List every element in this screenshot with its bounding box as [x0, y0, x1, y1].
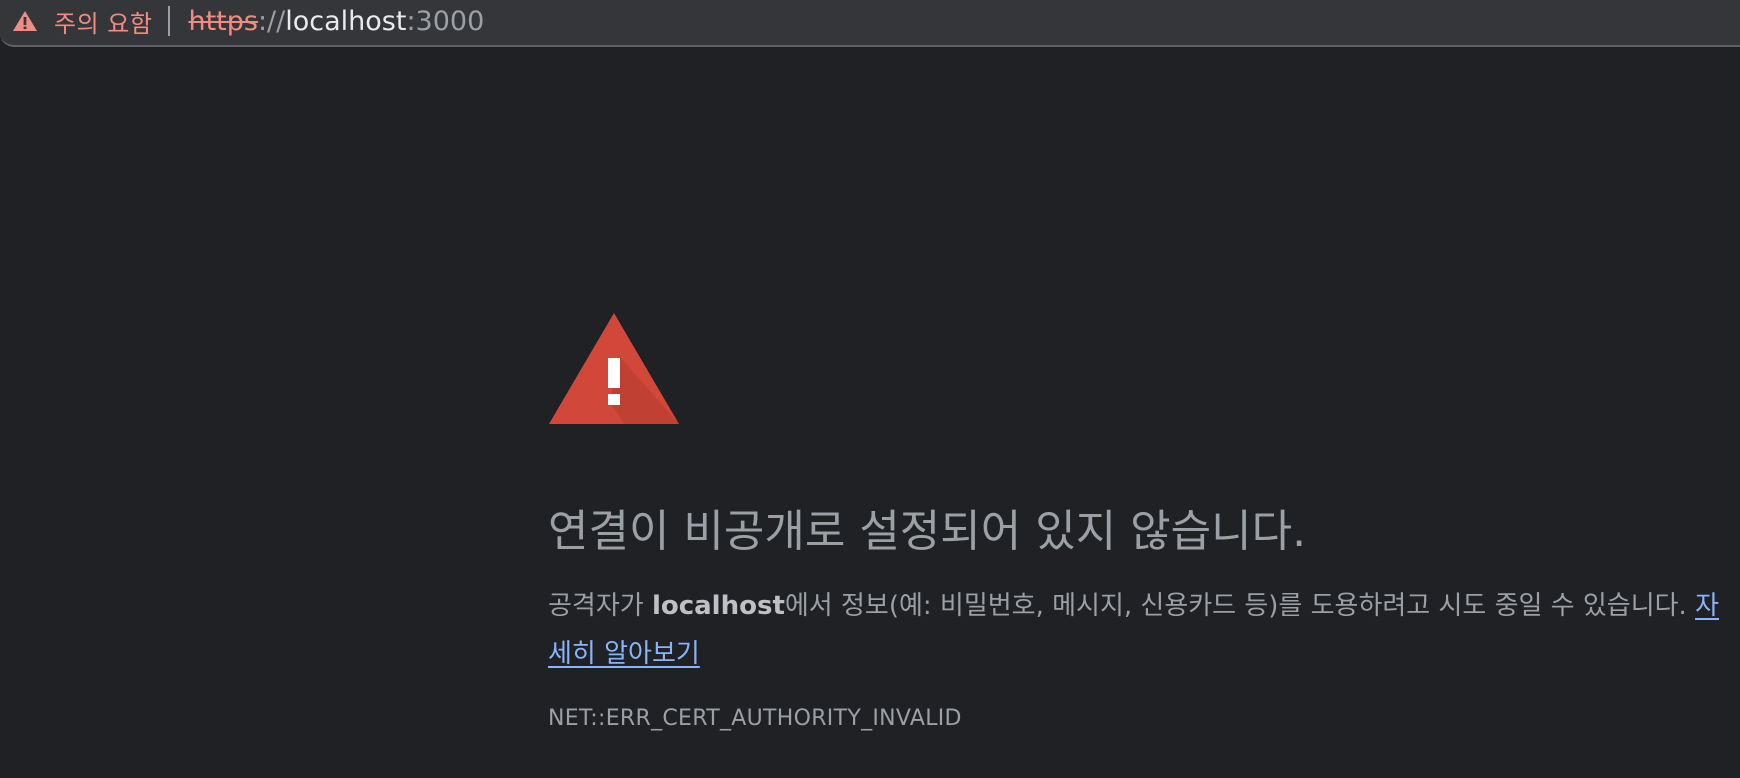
url-port: :3000: [406, 5, 485, 37]
error-description: 공격자가 localhost에서 정보(예: 비밀번호, 메시지, 신용카드 등…: [548, 582, 1733, 678]
security-status-label[interactable]: 주의 요함: [54, 4, 152, 39]
url-host: localhost: [285, 5, 407, 37]
address-bar[interactable]: 주의 요함 https://localhost:3000: [0, 0, 1740, 47]
page-title: 연결이 비공개로 설정되어 있지 않습니다.: [548, 506, 1307, 557]
address-bar-content: 주의 요함 https://localhost:3000: [12, 3, 484, 39]
omnibox-divider: [168, 6, 171, 36]
description-suffix: 에서 정보(예: 비밀번호, 메시지, 신용카드 등)를 도용하려고 시도 중일…: [784, 591, 1696, 621]
danger-triangle-icon: [548, 310, 680, 426]
error-code: NET::ERR_CERT_AUTHORITY_INVALID: [548, 706, 962, 731]
url-scheme: https: [188, 5, 258, 37]
url-text[interactable]: https://localhost:3000: [188, 6, 484, 37]
description-prefix: 공격자가: [548, 591, 652, 621]
description-host: localhost: [651, 591, 785, 621]
warning-triangle-icon[interactable]: [12, 10, 38, 32]
url-separator: ://: [257, 5, 286, 37]
ssl-error-interstitial: 연결이 비공개로 설정되어 있지 않습니다. 공격자가 localhost에서 …: [548, 310, 1733, 731]
